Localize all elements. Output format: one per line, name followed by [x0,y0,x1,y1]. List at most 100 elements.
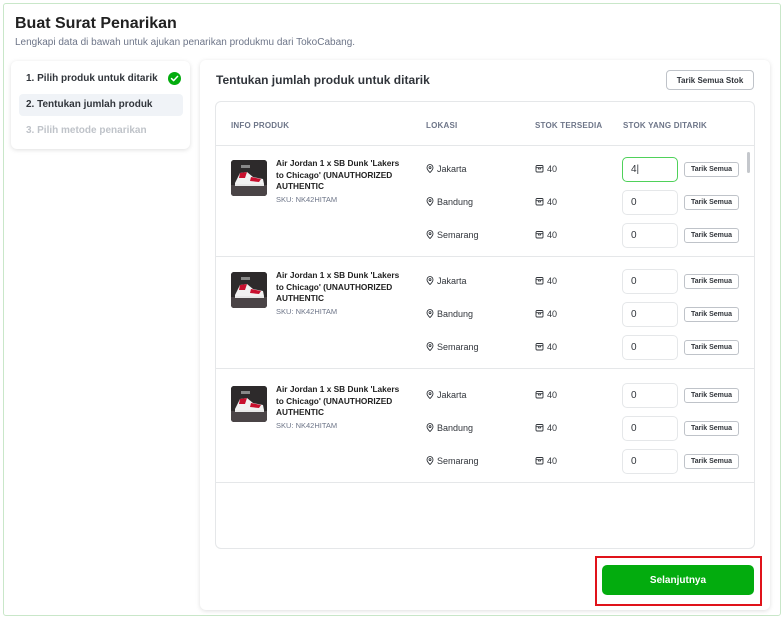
page-subtitle: Lengkapi data di bawah untuk ajukan pena… [15,37,356,48]
header-stok-ditarik: STOK YANG DITARIK [623,121,708,130]
stock-cell: 40 [535,423,557,434]
stock-value: 40 [547,197,558,207]
location-pin-icon [426,276,434,287]
location-pin-icon [426,342,434,353]
stock-box-icon [535,164,544,175]
stock-cell: 40 [535,276,557,287]
location-name: Semarang [437,342,479,352]
step-1-label: 1. Pilih produk untuk ditarik [26,73,158,84]
location-cell: Jakarta [426,276,467,287]
location-name: Jakarta [437,276,467,286]
location-name: Bandung [437,197,474,207]
quantity-input[interactable] [622,449,678,474]
tarik-semua-button[interactable]: Tarik Semua [684,195,739,210]
location-cell: Bandung [426,309,473,320]
location-pin-icon [426,309,434,320]
quantity-input[interactable] [622,157,678,182]
stock-value: 40 [547,456,558,466]
tarik-semua-button[interactable]: Tarik Semua [684,228,739,243]
location-pin-icon [426,197,434,208]
product-thumbnail [231,272,267,308]
location-cell: Semarang [426,230,479,241]
section-title: Tentukan jumlah produk untuk ditarik [216,73,430,87]
step-3-label: 3. Pilih metode penarikan [26,125,147,136]
location-cell: Jakarta [426,390,467,401]
tarik-semua-button[interactable]: Tarik Semua [684,340,739,355]
quantity-input[interactable] [622,269,678,294]
quantity-input[interactable] [622,416,678,441]
product-name: Air Jordan 1 x SB Dunk 'Lakers to Chicag… [276,384,400,417]
quantity-input[interactable] [622,335,678,360]
tarik-semua-button[interactable]: Tarik Semua [684,421,739,436]
product-thumbnail [231,386,267,422]
stock-cell: 40 [535,309,557,320]
location-name: Jakarta [437,390,467,400]
tarik-semua-button[interactable]: Tarik Semua [684,454,739,469]
step-2[interactable]: 2. Tentukan jumlah produk [19,94,183,116]
stock-value: 40 [547,390,558,400]
product-sku: SKU: NK42HITAM [276,421,338,430]
stock-value: 40 [547,342,558,352]
location-cell: Bandung [426,423,473,434]
tarik-semua-button[interactable]: Tarik Semua [684,307,739,322]
step-3: 3. Pilih metode penarikan [19,120,183,142]
quantity-input[interactable] [622,190,678,215]
stock-cell: 40 [535,197,557,208]
stock-box-icon [535,390,544,401]
product-group: Air Jordan 1 x SB Dunk 'Lakers to Chicag… [216,145,754,257]
product-group: Air Jordan 1 x SB Dunk 'Lakers to Chicag… [216,371,754,483]
quantity-input[interactable] [622,383,678,408]
location-cell: Semarang [426,342,479,353]
location-cell: Semarang [426,456,479,467]
stock-value: 40 [547,164,558,174]
location-pin-icon [426,423,434,434]
tarik-semua-button[interactable]: Tarik Semua [684,162,739,177]
quantity-input[interactable] [622,302,678,327]
location-cell: Jakarta [426,164,467,175]
stock-box-icon [535,423,544,434]
stock-cell: 40 [535,342,557,353]
header-stok-tersedia: STOK TERSEDIA [535,121,603,130]
stock-cell: 40 [535,456,557,467]
stock-value: 40 [547,230,558,240]
product-name: Air Jordan 1 x SB Dunk 'Lakers to Chicag… [276,158,400,191]
check-icon [168,72,181,85]
product-thumbnail [231,160,267,196]
location-pin-icon [426,164,434,175]
tarik-semua-button[interactable]: Tarik Semua [684,274,739,289]
step-2-label: 2. Tentukan jumlah produk [26,99,153,110]
stock-cell: 40 [535,390,557,401]
location-pin-icon [426,390,434,401]
stock-box-icon [535,197,544,208]
tarik-semua-stok-button[interactable]: Tarik Semua Stok [666,70,754,90]
stock-value: 40 [547,276,558,286]
product-table: INFO PRODUK LOKASI STOK TERSEDIA STOK YA… [215,101,755,549]
product-group: Air Jordan 1 x SB Dunk 'Lakers to Chicag… [216,257,754,369]
stock-box-icon [535,230,544,241]
product-sku: SKU: NK42HITAM [276,195,338,204]
stock-box-icon [535,456,544,467]
tarik-semua-button[interactable]: Tarik Semua [684,388,739,403]
location-pin-icon [426,230,434,241]
product-sku: SKU: NK42HITAM [276,307,338,316]
stock-value: 40 [547,423,558,433]
main-card: Tentukan jumlah produk untuk ditarik Tar… [200,60,770,610]
next-button[interactable]: Selanjutnya [602,565,754,595]
product-name: Air Jordan 1 x SB Dunk 'Lakers to Chicag… [276,270,400,303]
header-lokasi: LOKASI [426,121,458,130]
quantity-input[interactable] [622,223,678,248]
stock-box-icon [535,309,544,320]
page-title: Buat Surat Penarikan [15,15,177,32]
location-cell: Bandung [426,197,473,208]
stock-value: 40 [547,309,558,319]
step-1[interactable]: 1. Pilih produk untuk ditarik [19,68,183,90]
stock-cell: 40 [535,164,557,175]
location-name: Bandung [437,309,474,319]
stock-box-icon [535,342,544,353]
location-name: Semarang [437,230,479,240]
location-name: Bandung [437,423,474,433]
header-info-produk: INFO PRODUK [231,121,290,130]
location-name: Jakarta [437,164,467,174]
location-name: Semarang [437,456,479,466]
stock-cell: 40 [535,230,557,241]
